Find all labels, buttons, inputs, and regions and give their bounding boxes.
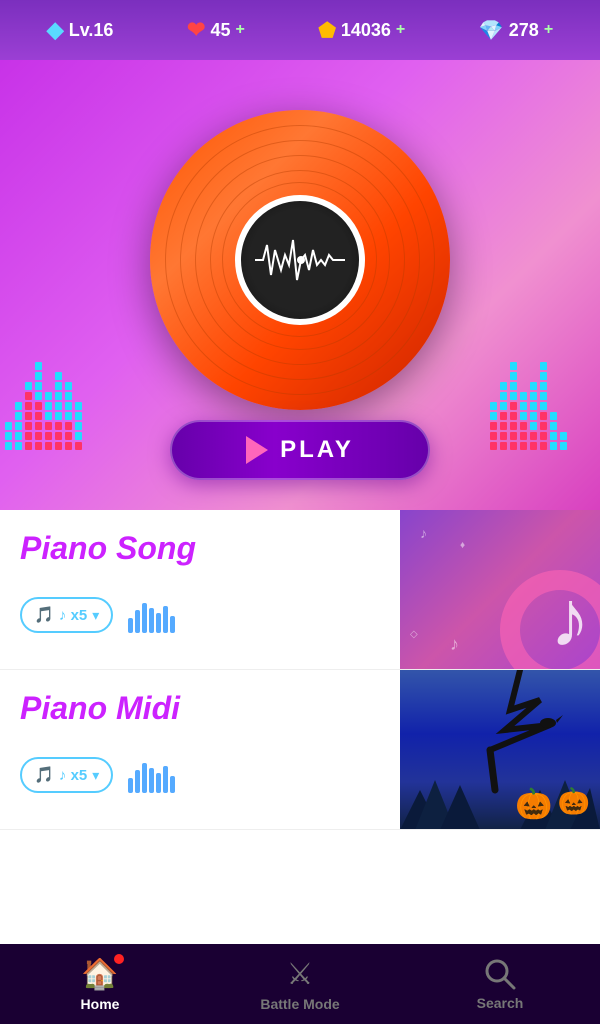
nav-battle[interactable]: ⚔ Battle Mode: [201, 957, 399, 1012]
chevron-down-icon-2: ▾: [92, 767, 99, 784]
eq-left: [0, 60, 115, 510]
deco-note-4: ♪: [450, 634, 459, 655]
vinyl-record: [150, 110, 450, 410]
diamond-icon-top: ◆: [47, 17, 64, 43]
home-icon: 🏠: [81, 958, 118, 991]
coin-icon: ⬟: [318, 18, 335, 43]
nav-home[interactable]: 🏠 Home: [1, 957, 199, 1012]
gem-icon: 💎: [479, 18, 504, 43]
level-stat: ◆ Lv.16: [47, 17, 114, 43]
nav-battle-label: Battle Mode: [260, 996, 339, 1012]
song-1-content: Piano Song 🎵 ♪ x5 ▾: [20, 530, 580, 633]
nav-search[interactable]: Search: [401, 957, 599, 1011]
search-icon: [483, 957, 517, 991]
chevron-down-icon: ▾: [92, 607, 99, 624]
hearts-value: 45: [210, 20, 230, 41]
coins-stat[interactable]: ⬟ 14036 +: [318, 18, 405, 43]
waveform-svg: [255, 235, 345, 285]
gems-value: 278: [509, 20, 539, 41]
song-1-controls: 🎵 ♪ x5 ▾: [20, 597, 580, 633]
play-label: PLAY: [280, 436, 354, 464]
chart-icon-1: [128, 598, 178, 633]
song-item-1[interactable]: Piano Song 🎵 ♪ x5 ▾: [0, 510, 600, 670]
battle-icon: ⚔: [287, 957, 314, 992]
song-2-content: Piano Midi 🎵 ♪ x5 ▾: [20, 690, 580, 793]
song-1-ticket-pill[interactable]: 🎵 ♪ x5 ▾: [20, 597, 113, 633]
vinyl-center: [235, 195, 365, 325]
heart-icon: ❤: [187, 17, 205, 43]
gems-plus[interactable]: +: [544, 21, 553, 39]
song-2-ticket-pill[interactable]: 🎵 ♪ x5 ▾: [20, 757, 113, 793]
song-item-2[interactable]: Piano Midi 🎵 ♪ x5 ▾: [0, 670, 600, 830]
home-icon-wrap: 🏠: [81, 957, 118, 992]
nav-home-label: Home: [81, 996, 120, 1012]
hearts-stat[interactable]: ❤ 45 +: [187, 17, 245, 43]
gems-stat[interactable]: 💎 278 +: [479, 18, 553, 43]
hearts-plus[interactable]: +: [236, 21, 245, 39]
ticket-icon: 🎵: [34, 605, 54, 625]
chart-icon-2: [128, 758, 178, 793]
hero-area: PLAY: [0, 60, 600, 510]
song-1-tickets: ♪ x5: [59, 607, 87, 624]
nav-search-label: Search: [477, 995, 524, 1011]
coins-plus[interactable]: +: [396, 21, 405, 39]
play-triangle-icon: [246, 436, 268, 464]
eq-right: [485, 60, 600, 510]
coins-value: 14036: [341, 20, 391, 41]
ticket-icon-2: 🎵: [34, 765, 54, 785]
song-2-controls: 🎵 ♪ x5 ▾: [20, 757, 580, 793]
song-1-title: Piano Song: [20, 530, 580, 567]
song-list: Piano Song 🎵 ♪ x5 ▾: [0, 510, 600, 944]
play-button[interactable]: PLAY: [170, 420, 430, 480]
song-2-tickets: ♪ x5: [59, 767, 87, 784]
song-2-title: Piano Midi: [20, 690, 580, 727]
top-bar: ◆ Lv.16 ❤ 45 + ⬟ 14036 + 💎 278 +: [0, 0, 600, 60]
level-label: Lv.16: [69, 20, 114, 41]
home-notification-dot: [114, 954, 124, 964]
bottom-nav: 🏠 Home ⚔ Battle Mode Search: [0, 944, 600, 1024]
